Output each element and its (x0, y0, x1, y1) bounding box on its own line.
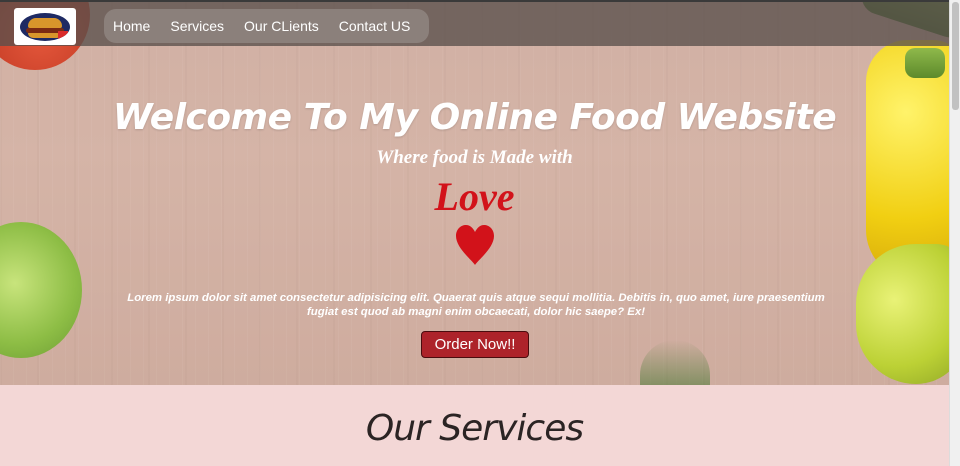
pepper-stem-decoration (905, 48, 945, 78)
hero-love-text: Love (434, 174, 515, 219)
nav-our-clients[interactable]: Our CLients (235, 18, 319, 34)
nav-contact-us[interactable]: Contact US (330, 18, 411, 34)
burger-logo-icon (20, 12, 70, 41)
site-logo[interactable] (14, 8, 76, 45)
heart-icon (456, 225, 494, 265)
order-now-button[interactable]: Order Now!! (421, 331, 529, 358)
nav-home[interactable]: Home (104, 18, 150, 34)
nav-links: Home Services Our CLients Contact US (104, 9, 430, 43)
hero-title: Welcome To My Online Food Website (112, 97, 837, 138)
nav-services[interactable]: Services (161, 18, 224, 34)
hero-paragraph: Lorem ipsum dolor sit amet consectetur a… (127, 292, 825, 318)
services-section: Our Services (0, 385, 949, 466)
hero-section: Welcome To My Online Food Website Where … (0, 0, 949, 385)
hero-subtitle: Where food is Made with (376, 147, 573, 168)
green-pepper-decoration (856, 244, 949, 384)
services-title: Our Services (365, 408, 584, 449)
page-scrollbar[interactable] (949, 0, 960, 466)
scrollbar-thumb[interactable] (952, 2, 959, 110)
navbar: Home Services Our CLients Contact US (0, 2, 949, 46)
